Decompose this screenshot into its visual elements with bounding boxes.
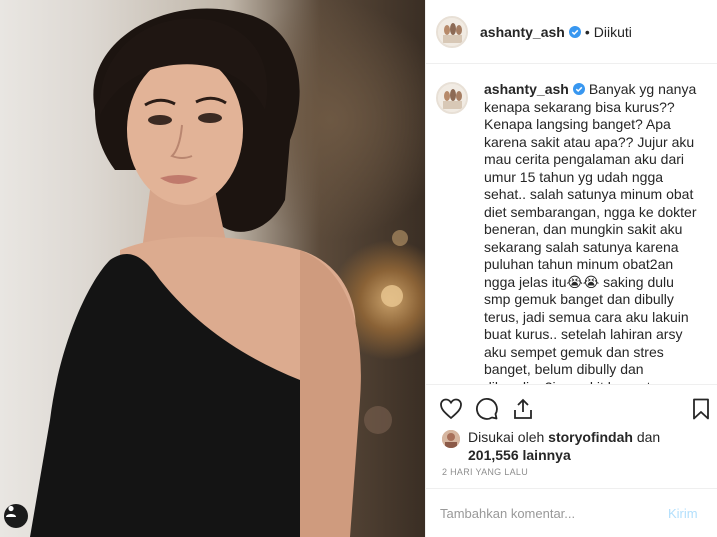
liker-avatar[interactable]	[442, 430, 460, 448]
caption-username[interactable]: ashanty_ash	[484, 81, 569, 97]
likes-user-link[interactable]: storyofindah	[548, 429, 633, 445]
save-button[interactable]	[688, 396, 714, 422]
comment-input[interactable]	[438, 504, 662, 522]
user-tag-button[interactable]	[4, 504, 28, 528]
post-photo[interactable]	[0, 0, 425, 537]
header-username[interactable]: ashanty_ash	[480, 24, 565, 40]
header-separator: •	[584, 23, 590, 40]
like-button[interactable]	[438, 396, 464, 422]
profile-avatar[interactable]	[436, 15, 468, 48]
likes-join: dan	[636, 429, 661, 445]
user-tag-icon	[6, 505, 16, 517]
verified-badge-icon	[568, 25, 581, 38]
caption-row: ashanty_ash Banyak yg nanya kenapa sekara…	[426, 65, 717, 384]
post-timestamp[interactable]: 2 HARI YANG LALU	[442, 467, 528, 477]
likes-count-link[interactable]: 201,556	[468, 447, 519, 463]
share-button[interactable]	[510, 396, 536, 422]
liker-avatar-image	[442, 430, 460, 448]
comment-button[interactable]	[474, 396, 500, 422]
caption-avatar[interactable]	[436, 82, 468, 114]
bookmark-icon	[693, 398, 709, 420]
post-comment-button[interactable]: Kirim	[668, 506, 698, 521]
comments-area[interactable]: ashanty_ash Banyak yg nanya kenapa sekara…	[426, 65, 717, 385]
comment-icon	[476, 398, 498, 420]
portrait-illustration	[30, 8, 408, 537]
caption-body: Banyak yg nanya kenapa sekarang bisa kur…	[484, 81, 697, 384]
avatar-image	[438, 17, 466, 46]
post-header: ashanty_ash • Diikuti	[426, 0, 717, 64]
heart-icon	[440, 398, 462, 420]
share-icon	[514, 398, 532, 419]
caption-text: ashanty_ash Banyak yg nanya kenapa sekara…	[484, 81, 704, 384]
likes-prefix: Disukai oleh	[468, 429, 545, 445]
avatar-image	[438, 84, 466, 112]
likes-row: Disukai oleh storyofindah dan 201,556 la…	[442, 428, 660, 464]
likes-text: Disukai oleh storyofindah dan 201,556 la…	[468, 428, 660, 464]
follow-status-button[interactable]: Diikuti	[594, 24, 632, 40]
caption-verified-badge-icon	[572, 83, 585, 95]
action-bar	[426, 390, 717, 430]
likes-suffix[interactable]: lainnya	[523, 447, 571, 463]
post-side-panel: ashanty_ash • Diikuti ashanty_ash Banyak …	[425, 0, 717, 537]
comment-bar: Kirim	[426, 488, 717, 537]
